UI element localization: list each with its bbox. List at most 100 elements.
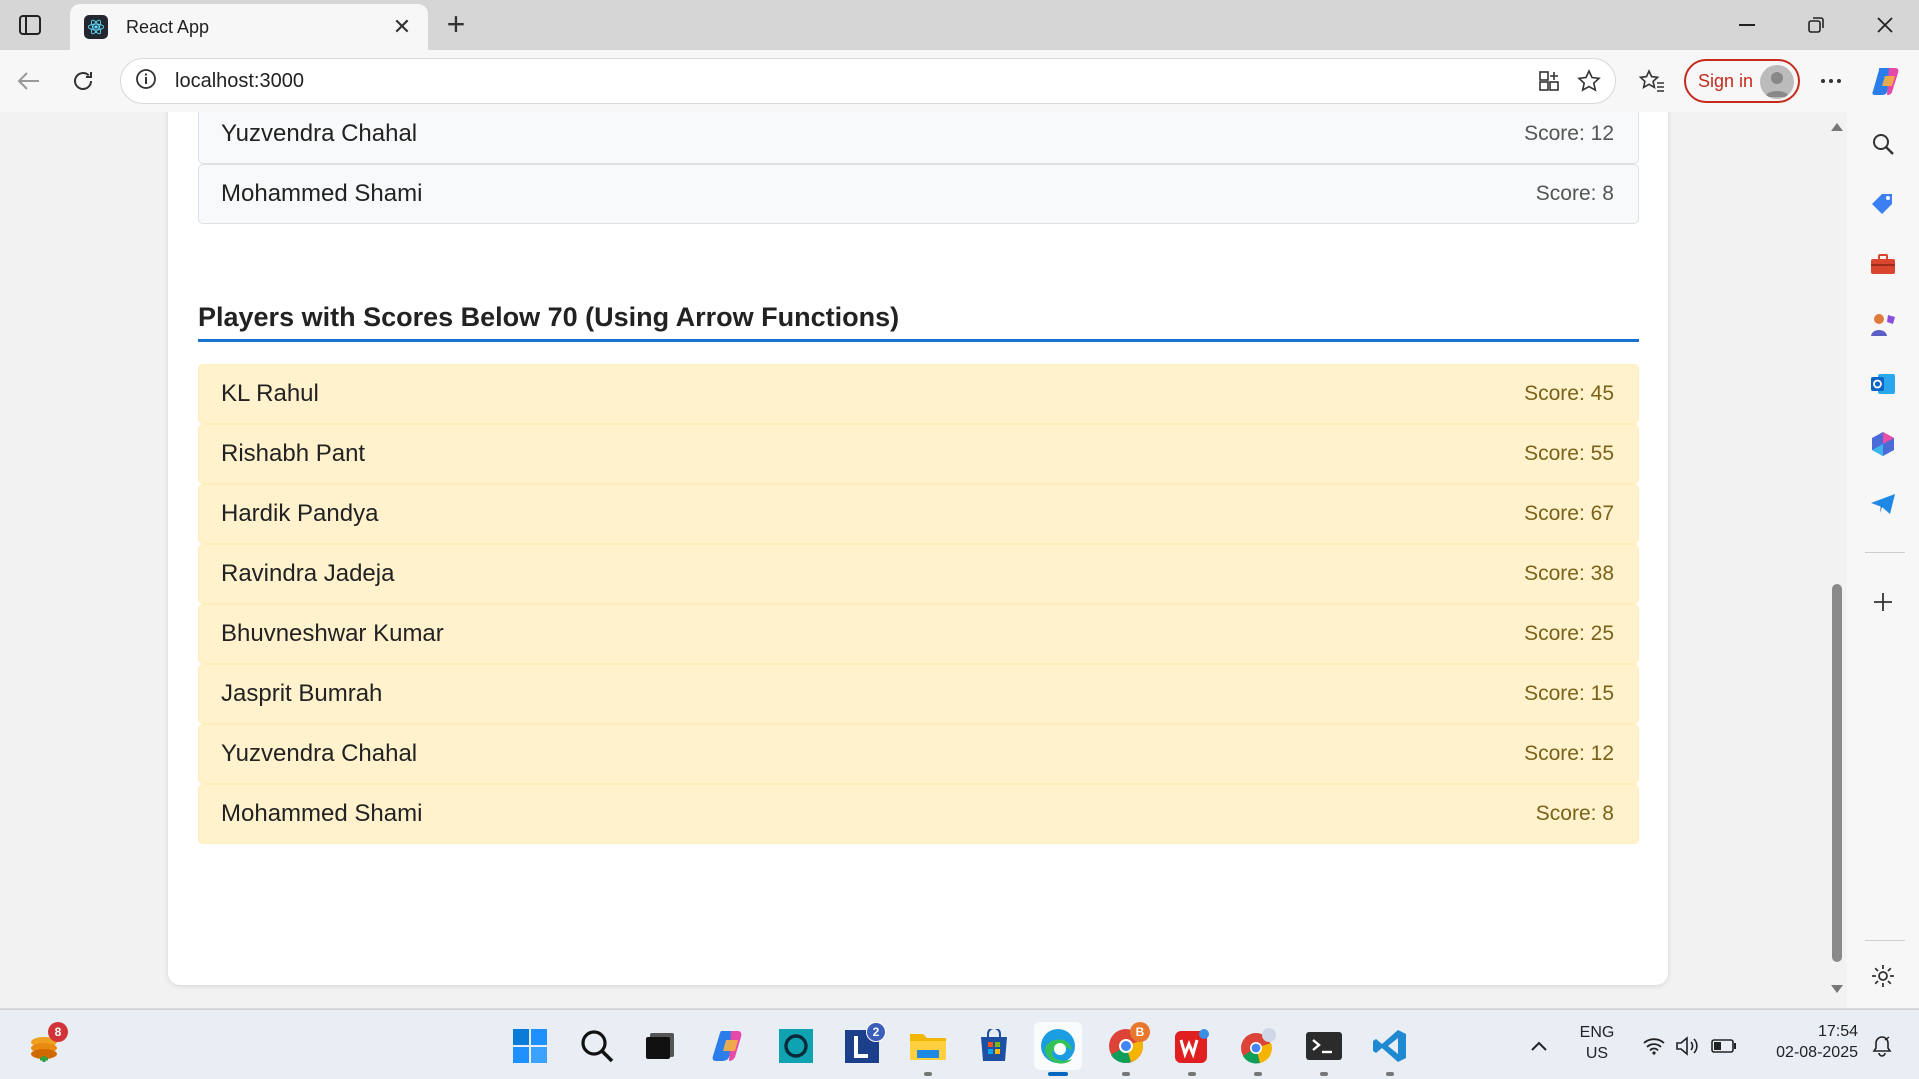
clock-date: 02-08-2025: [1776, 1044, 1858, 1061]
new-tab-button[interactable]: +: [438, 8, 474, 42]
back-icon[interactable]: [10, 62, 48, 100]
lens-badge: 2: [866, 1022, 886, 1042]
widgets-badge: 8: [48, 1022, 68, 1042]
low-score-row: Yuzvendra Chahal Score: 12: [198, 724, 1639, 784]
player-score: Score: 38: [1524, 562, 1614, 585]
copilot-taskbar-icon[interactable]: [705, 1022, 753, 1070]
file-explorer-icon[interactable]: [904, 1022, 952, 1076]
player-score: Score: 8: [1535, 182, 1614, 205]
player-score: Score: 12: [1524, 122, 1614, 145]
sign-in-button[interactable]: Sign in: [1684, 59, 1800, 103]
keyboard-region: US: [1585, 1045, 1609, 1062]
wps-office-icon[interactable]: [1168, 1022, 1216, 1076]
settings-gear-icon[interactable]: [1865, 958, 1901, 994]
wifi-icon[interactable]: [1636, 1022, 1672, 1070]
shopping-tag-icon[interactable]: [1865, 186, 1901, 222]
notification-center-icon[interactable]: [1864, 1022, 1900, 1070]
running-indicator: [924, 1072, 932, 1076]
active-indicator: [1048, 1072, 1068, 1076]
restore-icon[interactable]: [1783, 0, 1849, 50]
low-score-row: Jasprit Bumrah Score: 15: [198, 664, 1639, 724]
start-windows-icon[interactable]: [506, 1022, 554, 1070]
player-name: Ravindra Jadeja: [221, 560, 395, 587]
low-score-row: KL Rahul Score: 45: [198, 364, 1639, 424]
volume-icon[interactable]: [1670, 1022, 1706, 1070]
url-text: localhost:3000: [175, 69, 304, 92]
battery-icon[interactable]: [1706, 1022, 1742, 1070]
running-indicator: [1188, 1072, 1196, 1076]
player-score: Score: 25: [1524, 622, 1614, 645]
scroll-up-icon[interactable]: [1830, 122, 1844, 132]
tab-actions-icon[interactable]: [12, 10, 48, 40]
chrome-profile-icon[interactable]: [1234, 1022, 1282, 1076]
games-icon[interactable]: [1865, 306, 1901, 342]
player-row: Yuzvendra Chahal Score: 12: [198, 112, 1639, 164]
low-score-row: Ravindra Jadeja Score: 38: [198, 544, 1639, 604]
sign-in-label: Sign in: [1698, 70, 1754, 91]
terminal-icon[interactable]: [1300, 1022, 1348, 1076]
chrome-icon[interactable]: B: [1102, 1022, 1150, 1076]
running-indicator: [1386, 1072, 1394, 1076]
microsoft-store-icon[interactable]: [970, 1022, 1018, 1070]
player-name: Mohammed Shami: [221, 800, 423, 827]
favorites-icon[interactable]: [1633, 62, 1671, 100]
player-score: Score: 67: [1524, 502, 1614, 525]
vscode-icon[interactable]: [1366, 1022, 1414, 1076]
language-indicator[interactable]: ENG US: [1570, 1024, 1624, 1063]
outlook-icon[interactable]: [1865, 366, 1901, 402]
windows-taskbar: 8 2 B ENG US 17:54 02-08-2025: [0, 1009, 1919, 1079]
clock[interactable]: 17:54 02-08-2025: [1752, 1023, 1858, 1062]
player-name: Yuzvendra Chahal: [221, 120, 418, 147]
scroll-down-icon[interactable]: [1830, 984, 1844, 994]
running-indicator: [1254, 1072, 1262, 1076]
player-score: Score: 45: [1524, 382, 1614, 405]
player-name: Bhuvneshwar Kumar: [221, 620, 444, 647]
page-scrollbar[interactable]: [1826, 112, 1846, 1008]
favorite-star-icon[interactable]: [1569, 61, 1609, 101]
telegram-send-icon[interactable]: [1865, 486, 1901, 522]
taskbar-search-icon[interactable]: [573, 1022, 621, 1070]
low-score-row: Mohammed Shami Score: 8: [198, 784, 1639, 844]
minimize-icon[interactable]: [1714, 0, 1780, 50]
section-heading: Players with Scores Below 70 (Using Arro…: [198, 292, 1639, 342]
close-window-icon[interactable]: [1852, 0, 1918, 50]
low-score-row: Hardik Pandya Score: 67: [198, 484, 1639, 544]
player-name: Rishabh Pant: [221, 440, 366, 467]
refresh-icon[interactable]: [64, 62, 102, 100]
page-viewport: Yuzvendra Chahal Score: 12 Mohammed Sham…: [0, 112, 1847, 1008]
task-view-icon[interactable]: [636, 1022, 684, 1070]
player-row: Mohammed Shami Score: 8: [198, 164, 1639, 224]
profile-avatar-icon: [1760, 65, 1794, 99]
show-hidden-icons-chevron-icon[interactable]: [1515, 1022, 1563, 1070]
search-icon[interactable]: [1865, 126, 1901, 162]
edge-sidebar: [1847, 112, 1919, 1008]
tools-briefcase-icon[interactable]: [1865, 246, 1901, 282]
tab-title: React App: [126, 16, 210, 37]
tab-react-app[interactable]: React App ✕: [70, 4, 428, 50]
cortana-app-icon[interactable]: [772, 1022, 820, 1070]
player-name: KL Rahul: [221, 380, 319, 407]
m365-icon[interactable]: [1865, 426, 1901, 462]
running-indicator: [1122, 1072, 1130, 1076]
player-name: Hardik Pandya: [221, 500, 379, 527]
language-code: ENG: [1579, 1024, 1615, 1041]
running-indicator: [1320, 1072, 1328, 1076]
address-bar[interactable]: localhost:3000: [120, 58, 1616, 104]
player-score: Score: 15: [1524, 682, 1614, 705]
copilot-icon[interactable]: [1868, 62, 1906, 100]
sidebar-separator: [1865, 552, 1905, 553]
lens-app-icon[interactable]: 2: [838, 1022, 886, 1070]
browser-toolbar: localhost:3000 Sign in: [0, 50, 1919, 112]
app-available-icon[interactable]: [1529, 61, 1569, 101]
player-score: Score: 55: [1524, 442, 1614, 465]
react-logo-icon: [84, 15, 108, 39]
scroll-thumb[interactable]: [1832, 584, 1842, 962]
close-tab-icon[interactable]: ✕: [390, 14, 414, 40]
edge-browser-icon[interactable]: [1034, 1022, 1082, 1076]
clock-time: 17:54: [1817, 1023, 1858, 1040]
widgets-icon[interactable]: 8: [22, 1022, 70, 1070]
more-options-icon[interactable]: [1812, 62, 1850, 100]
add-icon[interactable]: [1865, 584, 1901, 620]
site-info-icon[interactable]: [135, 68, 157, 95]
player-name: Mohammed Shami: [221, 180, 423, 207]
